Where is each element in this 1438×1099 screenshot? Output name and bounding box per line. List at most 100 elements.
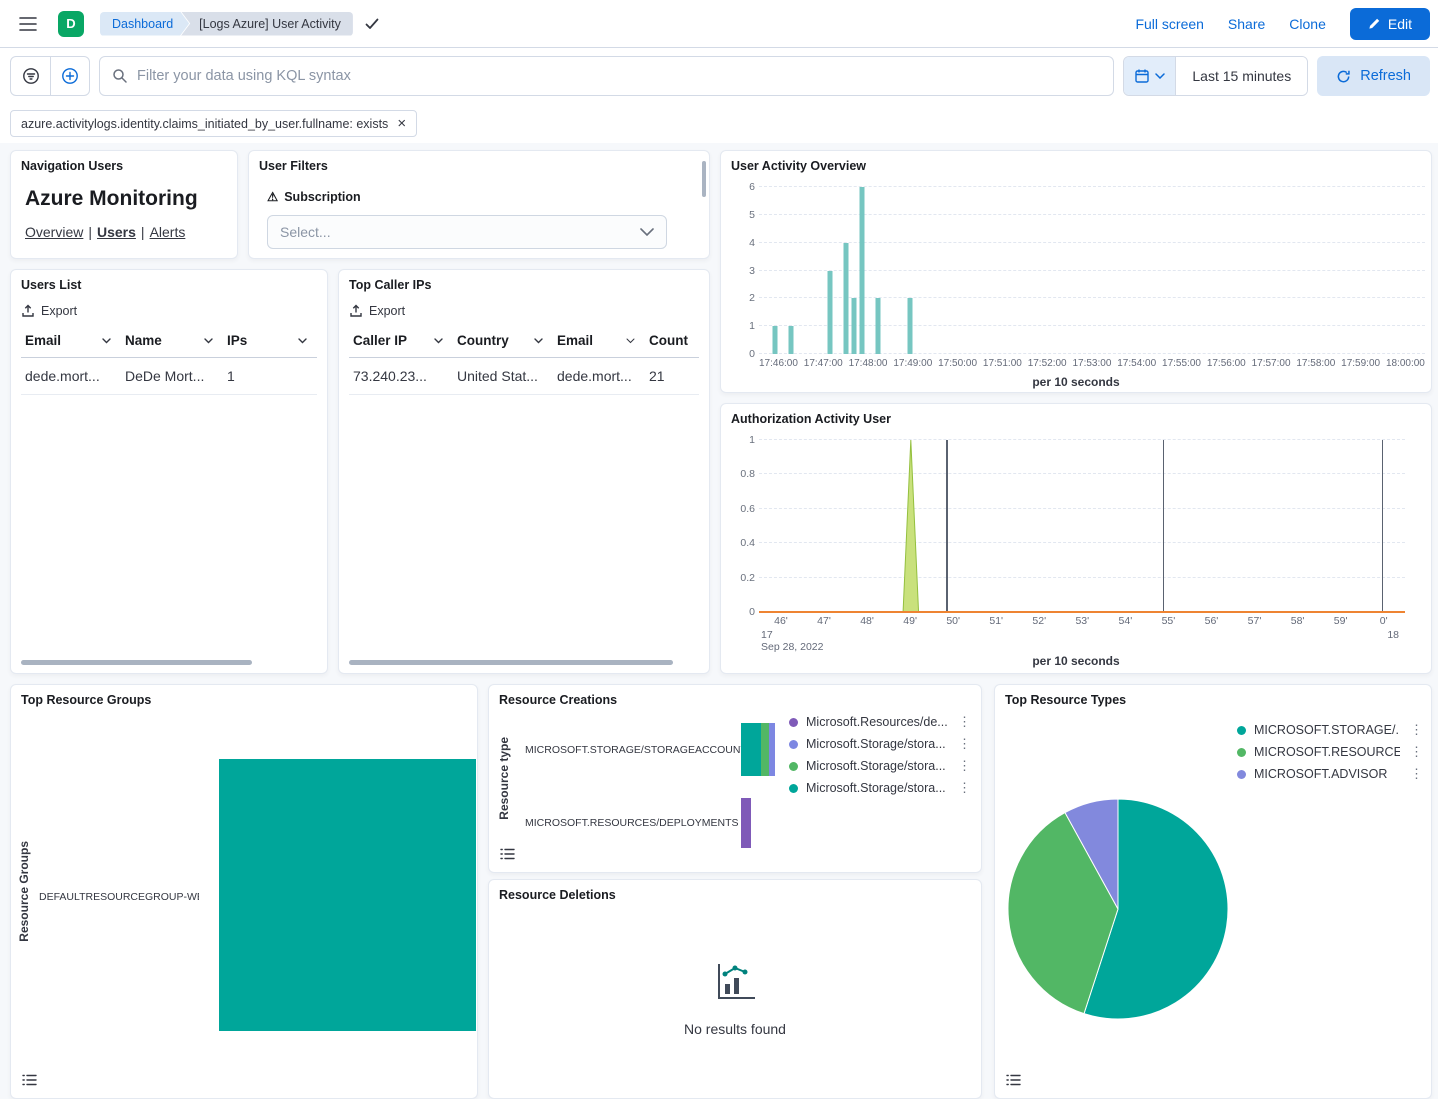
column-header-caller-ip[interactable]: Caller IP xyxy=(349,324,453,358)
x-tick-label: 50' xyxy=(946,615,960,627)
panel-title[interactable]: Authorization Activity User xyxy=(721,404,1431,426)
bar[interactable] xyxy=(852,298,857,354)
remove-filter-icon[interactable]: × xyxy=(397,116,406,131)
legend-swatch xyxy=(1237,748,1246,757)
panel-title[interactable]: Users List xyxy=(11,270,327,292)
kql-search-input[interactable] xyxy=(137,68,1101,84)
legend-item[interactable]: MICROSOFT.RESOURCE...⋮ xyxy=(1237,741,1425,763)
sort-chevron-icon xyxy=(102,338,111,344)
refresh-button[interactable]: Refresh xyxy=(1317,56,1430,96)
chevron-down-icon xyxy=(640,228,654,236)
nav-link-overview[interactable]: Overview xyxy=(25,224,83,240)
legend-actions-icon[interactable]: ⋮ xyxy=(1408,744,1425,760)
chart-legend: MICROSOFT.STORAGE/...⋮ MICROSOFT.RESOURC… xyxy=(1237,719,1425,785)
panel-title[interactable]: User Activity Overview xyxy=(721,151,1431,173)
bar[interactable] xyxy=(788,326,793,354)
saved-query-filter-icon[interactable] xyxy=(11,57,50,95)
pie-chart[interactable] xyxy=(1003,794,1233,1024)
export-button[interactable]: Export xyxy=(349,304,405,318)
panel-top-caller-ips: Top Caller IPs Export Caller IP Country … xyxy=(338,269,710,674)
legend-toggle-icon[interactable] xyxy=(497,844,517,864)
nav-link-alerts[interactable]: Alerts xyxy=(150,224,186,240)
legend-item[interactable]: MICROSOFT.STORAGE/...⋮ xyxy=(1237,719,1425,741)
bar-chart-plot[interactable] xyxy=(759,187,1425,354)
nav-link-users[interactable]: Users xyxy=(97,224,136,240)
horizontal-scrollbar[interactable] xyxy=(21,660,252,665)
stacked-bar[interactable] xyxy=(741,798,751,848)
x-tick-label: 17:54:00 xyxy=(1117,358,1156,369)
edit-button[interactable]: Edit xyxy=(1350,8,1430,40)
sort-chevron-icon xyxy=(626,338,635,344)
panel-title[interactable]: User Filters xyxy=(249,151,709,173)
legend-actions-icon[interactable]: ⋮ xyxy=(956,780,973,796)
stacked-bar[interactable] xyxy=(741,723,775,776)
filter-pill[interactable]: azure.activitylogs.identity.claims_initi… xyxy=(10,110,417,137)
add-filter-icon[interactable] xyxy=(50,57,89,95)
column-header-email[interactable]: Email xyxy=(553,324,645,358)
header-actions: Full screen Share Clone xyxy=(1135,16,1325,32)
column-header-country[interactable]: Country xyxy=(453,324,553,358)
visualization-icon xyxy=(713,962,757,1007)
column-header-email[interactable]: Email xyxy=(21,324,121,358)
clone-button[interactable]: Clone xyxy=(1289,16,1326,32)
bar[interactable] xyxy=(772,326,777,354)
bar[interactable] xyxy=(828,271,833,355)
x-axis-title: per 10 seconds xyxy=(721,375,1431,389)
legend-actions-icon[interactable]: ⋮ xyxy=(1408,722,1425,738)
legend-toggle-icon[interactable] xyxy=(19,1070,39,1090)
legend-actions-icon[interactable]: ⋮ xyxy=(1408,766,1425,782)
column-header-name[interactable]: Name xyxy=(121,324,223,358)
category-label: DEFAULTRESOURCEGROUP-WEU xyxy=(39,891,199,903)
area-chart-plot[interactable] xyxy=(759,440,1405,612)
filter-field-label: ⚠ Subscription xyxy=(267,189,709,204)
calendar-icon[interactable] xyxy=(1124,57,1175,95)
column-header-count[interactable]: Count xyxy=(645,324,699,358)
full-screen-button[interactable]: Full screen xyxy=(1135,16,1203,32)
markdown-links: Overview|Users|Alerts xyxy=(25,224,227,240)
y-axis-labels: 0123456 xyxy=(729,187,755,354)
panel-title[interactable]: Top Caller IPs xyxy=(339,270,709,292)
panel-users-list: Users List Export Email Name IPs dede.mo… xyxy=(10,269,328,674)
legend-actions-icon[interactable]: ⋮ xyxy=(956,758,973,774)
horizontal-scrollbar[interactable] xyxy=(349,660,673,665)
column-header-ips[interactable]: IPs xyxy=(223,324,317,358)
legend-item[interactable]: Microsoft.Storage/stora...⋮ xyxy=(789,777,973,799)
legend-item[interactable]: Microsoft.Storage/stora...⋮ xyxy=(789,755,973,777)
panel-title[interactable]: Navigation Users xyxy=(11,151,237,173)
legend-item[interactable]: Microsoft.Storage/stora...⋮ xyxy=(789,733,973,755)
breadcrumb: Dashboard [Logs Azure] User Activity xyxy=(100,12,353,36)
share-button[interactable]: Share xyxy=(1228,16,1265,32)
bar[interactable] xyxy=(219,759,476,1031)
bar[interactable] xyxy=(844,243,849,354)
panel-title[interactable]: Resource Creations xyxy=(489,685,981,707)
y-tick-label: 0.4 xyxy=(740,537,755,549)
legend-actions-icon[interactable]: ⋮ xyxy=(956,736,973,752)
x-axis-labels: 17:46:0017:47:0017:48:0017:49:0017:50:00… xyxy=(759,358,1425,369)
time-range-button[interactable]: Last 15 minutes xyxy=(1175,57,1307,95)
vertical-scrollbar[interactable] xyxy=(702,161,706,197)
warning-icon: ⚠ xyxy=(267,189,278,204)
menu-icon[interactable] xyxy=(14,10,42,38)
legend-actions-icon[interactable]: ⋮ xyxy=(956,714,973,730)
y-axis-title: Resource Groups xyxy=(17,841,31,942)
space-avatar[interactable]: D xyxy=(58,11,84,37)
legend-item[interactable]: Microsoft.Resources/de...⋮ xyxy=(789,711,973,733)
annotation-line xyxy=(946,440,948,612)
bar[interactable] xyxy=(875,298,880,354)
bar-chart-plot[interactable] xyxy=(219,759,476,1031)
bar[interactable] xyxy=(860,187,865,354)
breadcrumb-dashboard[interactable]: Dashboard xyxy=(100,12,189,36)
panel-title[interactable]: Resource Deletions xyxy=(489,880,981,902)
legend-toggle-icon[interactable] xyxy=(1003,1070,1023,1090)
subscription-select[interactable]: Select... xyxy=(267,215,667,249)
bar[interactable] xyxy=(907,298,912,354)
panel-title[interactable]: Top Resource Types xyxy=(995,685,1431,707)
sort-chevron-icon xyxy=(434,338,443,344)
separator: | xyxy=(141,224,145,240)
x-tick-label: 47' xyxy=(817,615,831,627)
x-tick-label: 17:53:00 xyxy=(1072,358,1111,369)
y-axis-labels: 00.20.40.60.81 xyxy=(727,440,755,612)
panel-title[interactable]: Top Resource Groups xyxy=(11,685,477,707)
export-button[interactable]: Export xyxy=(21,304,77,318)
legend-item[interactable]: MICROSOFT.ADVISOR⋮ xyxy=(1237,763,1425,785)
